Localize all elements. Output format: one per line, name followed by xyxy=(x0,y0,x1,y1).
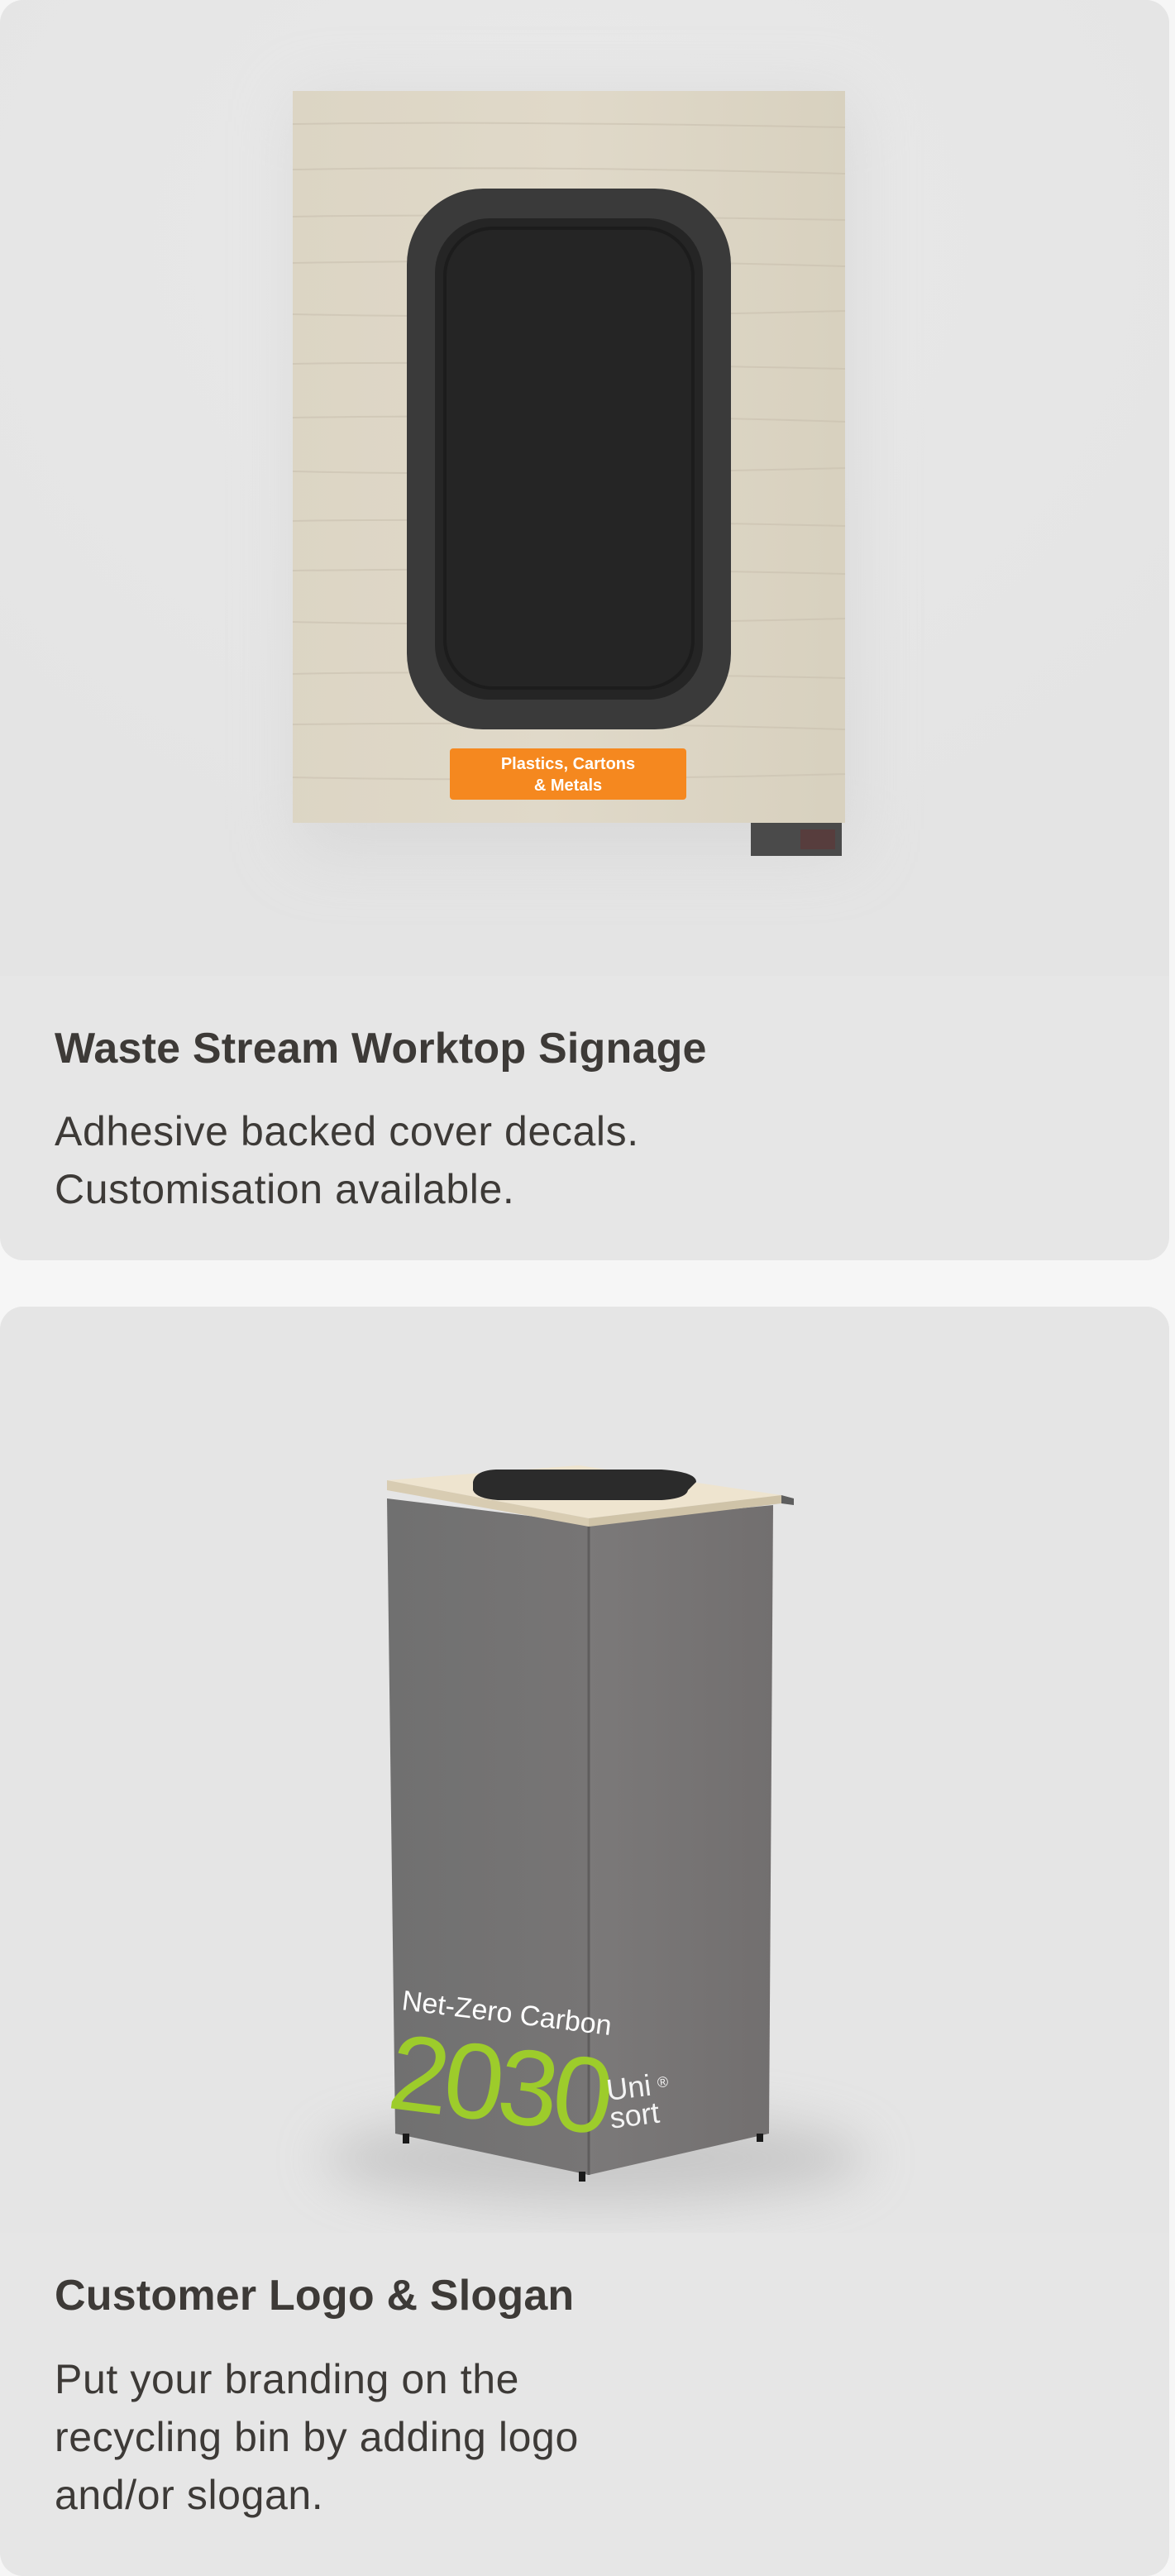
logo-registered-mark: ® xyxy=(657,2073,670,2091)
card-title: Waste Stream Worktop Signage xyxy=(55,1025,707,1073)
bin-cutout xyxy=(435,218,703,700)
waste-stream-label-line2: & Metals xyxy=(534,777,602,795)
card-description-line: Put your branding on the xyxy=(55,2356,520,2402)
logo-line2: sort xyxy=(608,2096,662,2135)
branded-bin-image: Net-Zero Carbon 2030 Uni sort ® xyxy=(0,1307,1169,2233)
waste-stream-label-line1: Plastics, Cartons xyxy=(501,755,635,773)
product-card-logo-slogan[interactable]: Net-Zero Carbon 2030 Uni sort ® Customer… xyxy=(0,1307,1169,2576)
card-description-line: and/or slogan. xyxy=(55,2472,324,2518)
product-card-worktop-signage[interactable]: Plastics, Cartons & Metals Waste Stream … xyxy=(0,0,1169,1260)
card-description: Put your branding on the recycling bin b… xyxy=(55,2350,733,2524)
card-description-line: recycling bin by adding logo xyxy=(55,2414,579,2460)
card-description-line: Customisation available. xyxy=(55,1166,515,1212)
card-title: Customer Logo & Slogan xyxy=(55,2272,575,2320)
card-description: Adhesive backed cover decals. Customisat… xyxy=(55,1102,799,1218)
worktop-signage-image: Plastics, Cartons & Metals xyxy=(0,0,1169,976)
product-options-page: Plastics, Cartons & Metals Waste Stream … xyxy=(0,0,1175,2576)
bin-opening xyxy=(473,1470,696,1500)
card-description-line: Adhesive backed cover decals. xyxy=(55,1108,639,1154)
